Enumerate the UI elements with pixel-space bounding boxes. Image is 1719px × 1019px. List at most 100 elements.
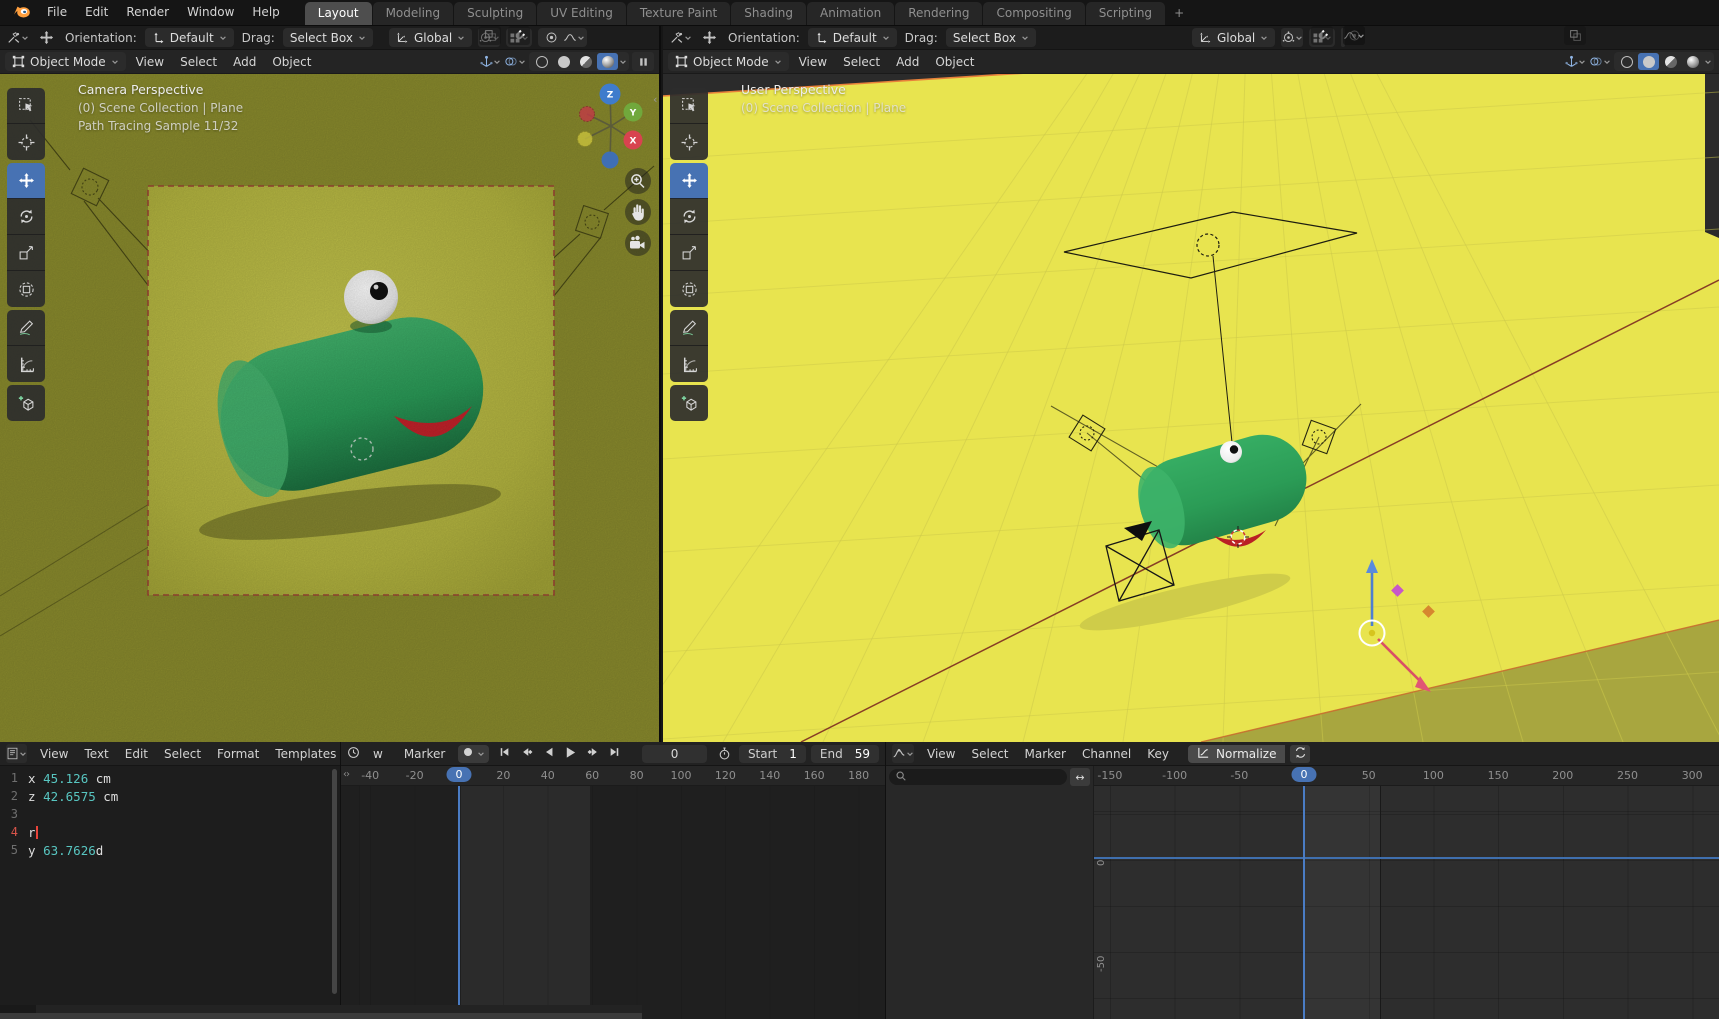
mode-dropdown[interactable]: Object Mode — [5, 52, 126, 71]
transform-tool[interactable] — [670, 271, 708, 307]
scale-tool[interactable] — [670, 235, 708, 271]
menu-marker[interactable]: Marker — [1017, 747, 1074, 761]
menu-object[interactable]: Object — [264, 55, 319, 69]
menu-add[interactable]: Add — [888, 55, 927, 69]
start-frame-field[interactable]: Start1 — [739, 745, 806, 763]
active-tool-icon[interactable] — [7, 28, 29, 47]
shading-wireframe-button[interactable] — [531, 53, 552, 70]
timeline-clock-icon[interactable] — [347, 746, 360, 762]
normalize-auto-refresh-button[interactable] — [1290, 745, 1310, 763]
tab-rendering[interactable]: Rendering — [895, 2, 982, 25]
graph-curve-area[interactable]: 0 -50 — [1094, 786, 1719, 1019]
menu-channel[interactable]: Channel — [1074, 747, 1139, 761]
menu-object[interactable]: Object — [927, 55, 982, 69]
rotate-tool[interactable] — [670, 199, 708, 235]
shading-rendered-button[interactable] — [1682, 53, 1703, 70]
stopwatch-icon[interactable] — [716, 744, 734, 763]
xray-toggle[interactable] — [1564, 26, 1586, 45]
zoom-button[interactable] — [625, 168, 651, 194]
expand-lr-icon[interactable]: ‹› — [343, 769, 349, 780]
menu-help[interactable]: Help — [243, 0, 288, 25]
timeline-track-area[interactable] — [341, 786, 885, 1019]
gizmos-dropdown[interactable] — [1564, 52, 1586, 71]
tab-compositing[interactable]: Compositing — [983, 2, 1084, 25]
code-line[interactable]: 1x 45.126 cm — [0, 769, 340, 787]
rotate-tool[interactable] — [7, 199, 45, 235]
menu-select[interactable]: Select — [963, 747, 1016, 761]
collapse-arrow-icon[interactable]: ‹ — [653, 93, 657, 106]
menu-window[interactable]: Window — [178, 0, 243, 25]
select-box-tool[interactable] — [670, 88, 708, 124]
mode-dropdown[interactable]: Object Mode — [668, 52, 789, 71]
code-line[interactable]: 5y 63.7626d — [0, 841, 340, 859]
tab-texture-paint[interactable]: Texture Paint — [627, 2, 730, 25]
record-circle-icon[interactable] — [462, 746, 474, 761]
menu-view[interactable]: View — [32, 747, 76, 761]
prev-keyframe-button[interactable] — [516, 745, 537, 763]
menu-select[interactable]: Select — [172, 55, 225, 69]
menu-view[interactable]: View — [791, 55, 835, 69]
menu-view[interactable]: View — [919, 747, 963, 761]
orientation-dropdown[interactable]: Default — [145, 28, 234, 47]
falloff-dropdown[interactable] — [563, 28, 585, 47]
pause-render-button[interactable] — [632, 52, 654, 71]
measure-tool[interactable] — [7, 346, 45, 382]
active-tool-icon[interactable] — [670, 28, 692, 47]
text-editor-scrollbar[interactable] — [332, 769, 337, 994]
menu-select[interactable]: Select — [835, 55, 888, 69]
menu-edit[interactable]: Edit — [117, 747, 156, 761]
menu-view[interactable]: View — [128, 55, 172, 69]
code-line[interactable]: 3 — [0, 805, 340, 823]
graph-playhead[interactable] — [1303, 786, 1305, 1019]
editor-type-dropdown[interactable] — [6, 744, 27, 763]
menu-templates[interactable]: Templates — [267, 747, 340, 761]
tab-sculpting[interactable]: Sculpting — [454, 2, 536, 25]
tab-animation[interactable]: Animation — [807, 2, 894, 25]
move-tool[interactable] — [670, 163, 708, 199]
shading-solid-button[interactable] — [1638, 53, 1659, 70]
snap-toggle[interactable] — [508, 26, 530, 45]
code-line[interactable]: 2z 42.6575 cm — [0, 787, 340, 805]
transform-orientation-dropdown[interactable]: Global — [389, 28, 472, 47]
play-button[interactable] — [560, 745, 581, 763]
overlays-dropdown[interactable] — [504, 52, 526, 71]
play-reverse-button[interactable] — [538, 745, 559, 763]
code-line[interactable]: 4r — [0, 823, 340, 841]
cursor-tool[interactable] — [670, 124, 708, 160]
proportional-editing-toggle[interactable] — [540, 28, 562, 47]
gizmo-x-axis[interactable]: X — [630, 137, 637, 147]
add-workspace-button[interactable]: + — [1166, 2, 1192, 25]
timeline-playhead[interactable] — [458, 786, 460, 1019]
tab-shading[interactable]: Shading — [731, 2, 806, 25]
shading-material-button[interactable] — [575, 53, 596, 70]
menu-edit[interactable]: Edit — [76, 0, 117, 25]
menu-text[interactable]: Text — [76, 747, 116, 761]
cursor-tool[interactable] — [7, 124, 45, 160]
gizmo-z-axis[interactable]: Z — [607, 91, 614, 101]
falloff-dropdown[interactable] — [1343, 26, 1365, 45]
shading-solid-button[interactable] — [553, 53, 574, 70]
menu-key[interactable]: Key — [1139, 747, 1177, 761]
timeline-ruler[interactable]: -40-20020406080100120140160180 — [341, 766, 885, 786]
menu-file[interactable]: File — [38, 0, 76, 25]
annotate-tool[interactable] — [670, 310, 708, 346]
end-frame-field[interactable]: End59 — [811, 745, 879, 763]
tab-scripting[interactable]: Scripting — [1086, 2, 1165, 25]
gizmo-y-axis[interactable]: Y — [629, 109, 637, 119]
jump-to-end-button[interactable] — [604, 745, 625, 763]
menu-format[interactable]: Format — [209, 747, 267, 761]
channel-search-input[interactable] — [889, 769, 1067, 785]
camera-viewport-canvas[interactable]: Z Y X ‹ Camera — [0, 74, 659, 742]
shading-rendered-button[interactable] — [597, 53, 618, 70]
xray-toggle[interactable] — [479, 26, 501, 45]
add-cube-tool[interactable] — [7, 385, 45, 421]
current-frame-indicator[interactable]: 0 — [447, 767, 472, 782]
add-cube-tool[interactable] — [670, 385, 708, 421]
current-frame-field[interactable]: 0 — [642, 745, 706, 763]
user-viewport-canvas[interactable]: User Perspective (0) Scene Collection | … — [663, 74, 1719, 742]
shading-wireframe-button[interactable] — [1616, 53, 1637, 70]
filter-toggle-button[interactable]: ↔ — [1070, 768, 1090, 786]
tab-uv-editing[interactable]: UV Editing — [537, 2, 626, 25]
editor-type-dropdown[interactable] — [892, 744, 914, 763]
drag-dropdown[interactable]: Select Box — [946, 28, 1036, 47]
